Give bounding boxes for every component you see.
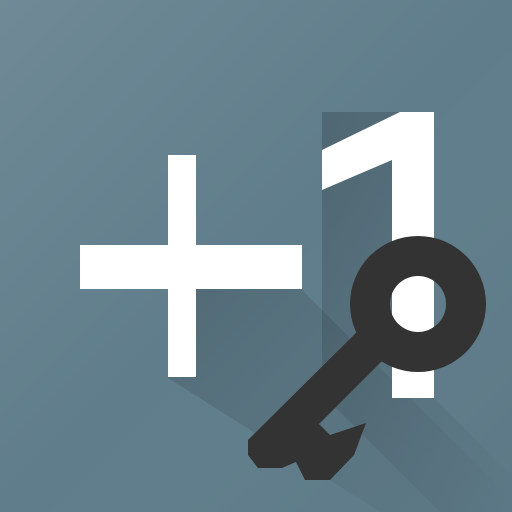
app-icon — [0, 0, 512, 512]
app-icon-graphic — [0, 0, 512, 512]
plus-horizontal-bar — [80, 245, 302, 289]
